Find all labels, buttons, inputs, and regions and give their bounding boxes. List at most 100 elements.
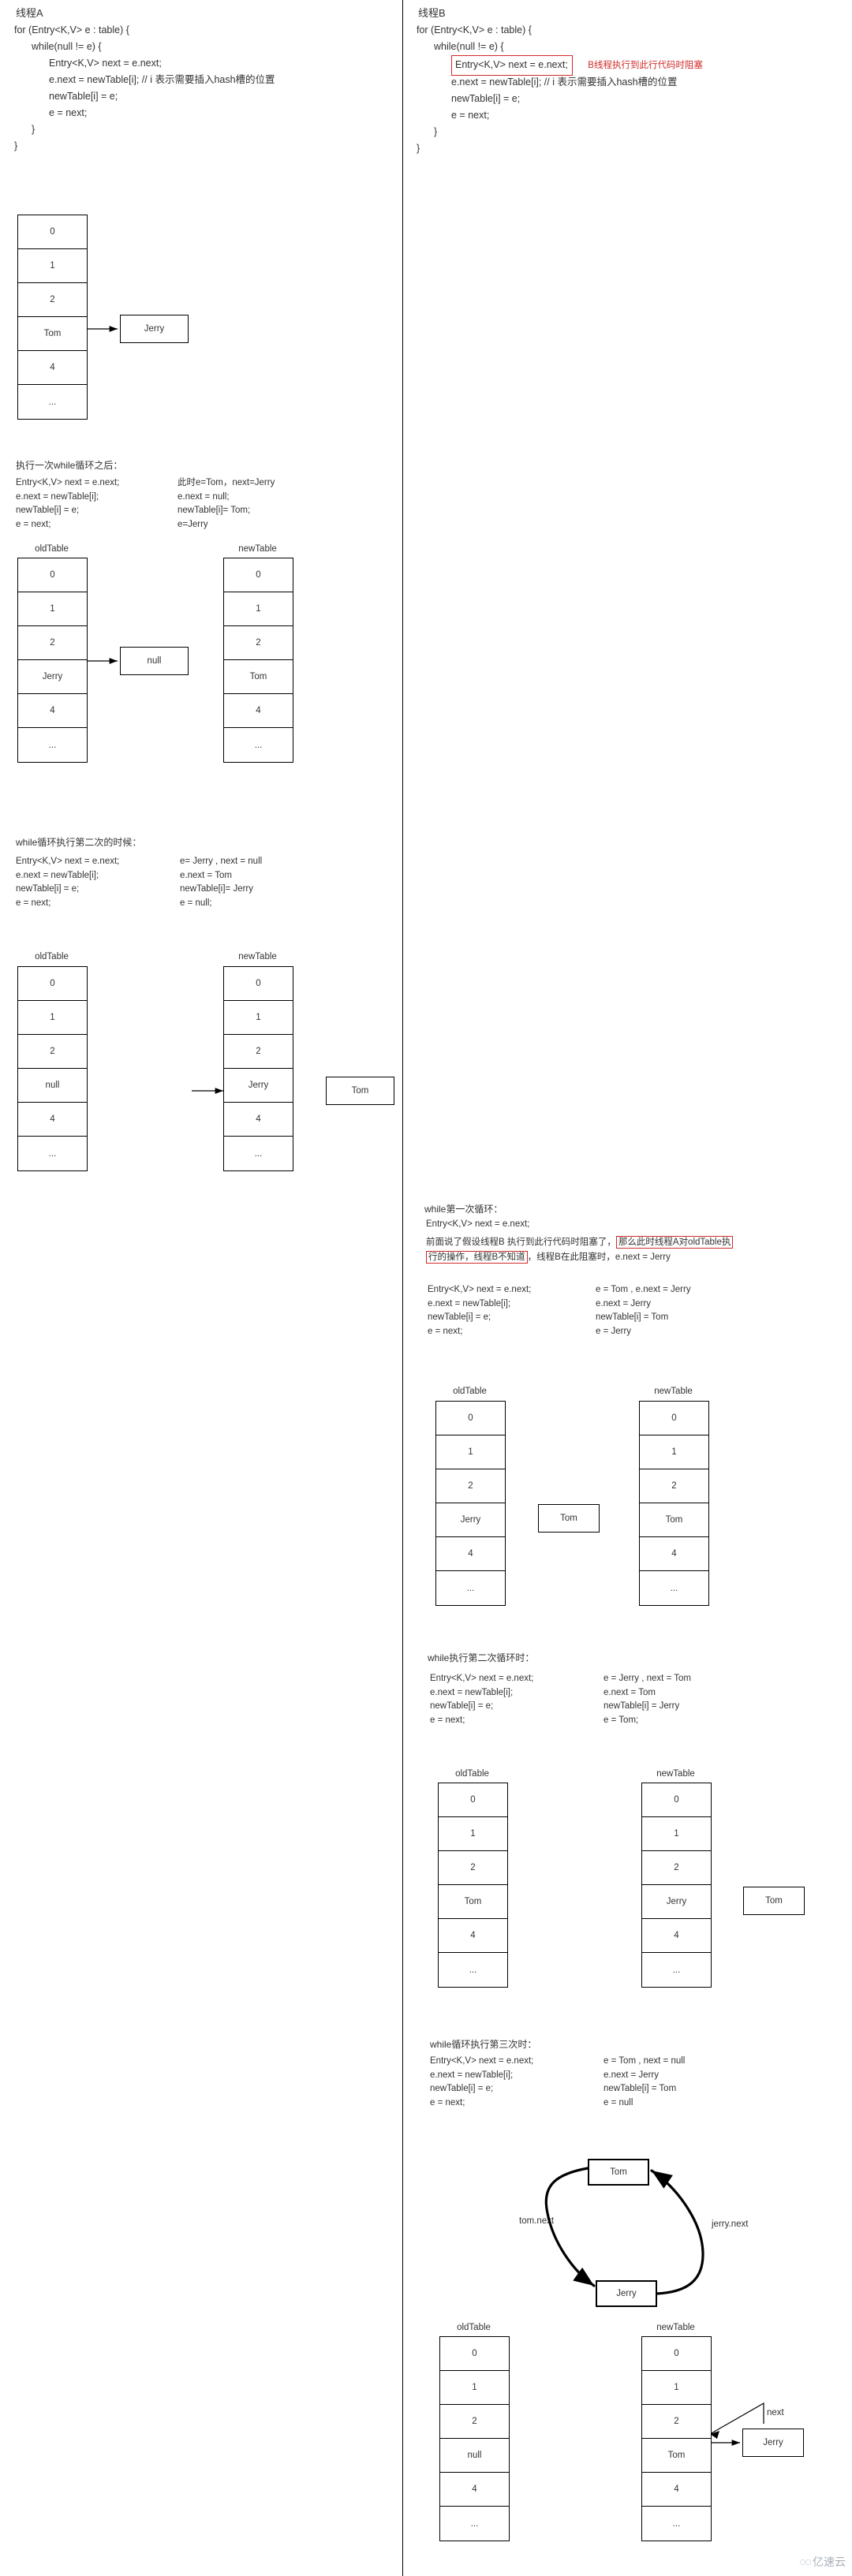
blocked-note: B线程执行到此行代码时阻塞	[588, 61, 703, 70]
linked-node: Jerry	[120, 315, 189, 343]
step1-title: 执行一次while循环之后：	[16, 460, 123, 471]
value-line: e = null	[604, 2097, 633, 2107]
table-cell: 0	[440, 2337, 509, 2371]
code-line: newTable[i] = e;	[49, 91, 118, 102]
newtable-loop2: 0 1 2 Jerry 4 ...	[641, 1783, 712, 1988]
step1-values: 此时e=Tom，next=Jerry e.next = null; newTab…	[178, 476, 275, 532]
table-cell: 2	[18, 283, 87, 317]
newtable-caption: newTable	[654, 1387, 693, 1396]
code-line: Entry<K,V> next = e.next;	[49, 58, 162, 69]
loop1-code: Entry<K,V> next = e.next; e.next = newTa…	[428, 1283, 531, 1338]
table-cell: ...	[254, 740, 263, 750]
code-line: e.next = newTable[i];	[16, 870, 99, 880]
table-cell: 1	[440, 2371, 509, 2405]
cycle-node-jerry: Jerry	[596, 2280, 657, 2307]
loop1-narration: 前面说了假设线程B 执行到此行代码时阻塞了， 那么此时线程A对oldTable执 …	[426, 1235, 836, 1265]
table-cell: 1	[18, 592, 87, 626]
table-cell: ...	[48, 1148, 57, 1159]
code-line: e.next = newTable[i]; // i 表示需要插入hash槽的位…	[49, 74, 275, 85]
value-line: 此时e=Tom，next=Jerry	[178, 478, 275, 487]
code-line: e.next = newTable[i];	[430, 2070, 514, 2080]
table-cell: 1	[640, 1435, 708, 1469]
code-line: for (Entry<K,V> e : table) {	[14, 24, 129, 35]
code-line: e.next = newTable[i];	[428, 1298, 511, 1309]
table-cell: ...	[672, 1965, 681, 1975]
table-cell: ...	[470, 2518, 479, 2529]
oldtable-loop1: 0 1 2 Jerry 4 ...	[435, 1401, 506, 1606]
oldtable-step1: 0 1 2 Jerry 4 ...	[17, 558, 88, 763]
table-cell: null	[440, 2439, 509, 2473]
linked-node: Jerry	[742, 2429, 804, 2457]
table-cell: 4	[224, 1103, 293, 1137]
code-line: }	[32, 124, 36, 135]
newtable-caption: newTable	[238, 544, 277, 554]
table-cell: 2	[18, 1035, 87, 1069]
newtable-caption: newTable	[656, 2323, 695, 2332]
table-cell: 0	[18, 967, 87, 1001]
linked-node: Tom	[538, 1504, 600, 1533]
table-cell: 0	[439, 1783, 507, 1817]
oldtable-loop3: 0 1 2 null 4 ...	[439, 2336, 510, 2541]
step2-title: while循环执行第二次的时候：	[16, 837, 142, 848]
newtable-step2: 0 1 2 Jerry 4 ...	[223, 966, 293, 1171]
thread-b-title: 线程B	[418, 7, 446, 19]
narration-prefix: 前面说了假设线程B 执行到此行代码时阻塞了，	[426, 1238, 616, 1247]
table-cell: ...	[670, 1583, 678, 1593]
code-line: newTable[i] = e;	[16, 884, 80, 894]
loop2-code: Entry<K,V> next = e.next; e.next = newTa…	[430, 1672, 533, 1727]
code-line: e.next = newTable[i];	[430, 1687, 514, 1697]
table-cell: 0	[640, 1402, 708, 1435]
table-cell: 2	[440, 2405, 509, 2439]
loop1-title: while第一次循环：	[424, 1204, 503, 1215]
blocked-code-line: Entry<K,V> next = e.next;	[451, 55, 573, 76]
oldtable-loop2: 0 1 2 Tom 4 ...	[438, 1783, 508, 1988]
table-cell: ...	[48, 740, 57, 750]
value-line: newTable[i] = Jerry	[604, 1701, 680, 1711]
table-cell: 4	[224, 694, 293, 728]
loop2-title: while执行第二次循环时：	[428, 1652, 535, 1663]
table-cell: 0	[436, 1402, 505, 1435]
table-cell: 0	[18, 558, 87, 592]
value-line: e.next = null;	[178, 491, 230, 502]
loop1-values: e = Tom , e.next = Jerry e.next = Jerry …	[596, 1283, 691, 1338]
code-line: newTable[i] = e;	[451, 93, 521, 104]
table-cell: 2	[642, 2405, 711, 2439]
table-cell: Tom	[642, 2439, 711, 2473]
table-cell: 2	[436, 1469, 505, 1503]
cloud-icon: ◌◌	[799, 2555, 812, 2569]
code-line: e = next;	[428, 1326, 463, 1336]
table-cell: Jerry	[18, 660, 87, 694]
newtable-step1: 0 1 2 Tom 4 ...	[223, 558, 293, 763]
linked-node: Tom	[743, 1887, 805, 1915]
code-line-blocked-wrap: Entry<K,V> next = e.next; B线程执行到此行代码时阻塞	[417, 55, 703, 76]
value-line: e = Tom , next = null	[604, 2056, 686, 2066]
cycle-node-tom: Tom	[588, 2159, 649, 2186]
code-line: e = next;	[16, 898, 51, 908]
table-cell: 4	[642, 1919, 711, 1953]
table-cell: 1	[224, 1001, 293, 1035]
table-cell: 4	[642, 2473, 711, 2507]
value-line: e = Tom;	[604, 1715, 639, 1725]
cycle-label-tom-next: tom.next	[519, 2216, 555, 2226]
table-cell: 1	[224, 592, 293, 626]
oldtable-caption: oldTable	[455, 1769, 489, 1779]
table-cell: Tom	[224, 660, 293, 694]
table-cell: ...	[672, 2518, 681, 2529]
value-line: e = Tom , e.next = Jerry	[596, 1285, 691, 1294]
table-cell: 1	[18, 1001, 87, 1035]
value-line: e.next = Tom	[180, 870, 232, 880]
table-cell: Jerry	[642, 1885, 711, 1919]
table-cell: 1	[18, 249, 87, 283]
value-line: newTable[i]= Jerry	[180, 884, 253, 894]
code-line: while(null != e) {	[434, 41, 504, 52]
newtable-caption: newTable	[238, 952, 277, 961]
table-cell: 4	[18, 351, 87, 385]
table-cell: 0	[18, 215, 87, 249]
code-line: e = next;	[16, 519, 51, 529]
table-cell: ...	[469, 1965, 477, 1975]
loop3-title: while循环执行第三次时：	[430, 2039, 537, 2050]
narration-highlight-1: 那么此时线程A对oldTable执	[615, 1236, 734, 1249]
value-line: newTable[i] = Tom	[604, 2084, 677, 2093]
narration-suffix: ，线程B在此阻塞时，e.next = Jerry	[527, 1253, 671, 1262]
oldtable-caption: oldTable	[457, 2323, 491, 2332]
